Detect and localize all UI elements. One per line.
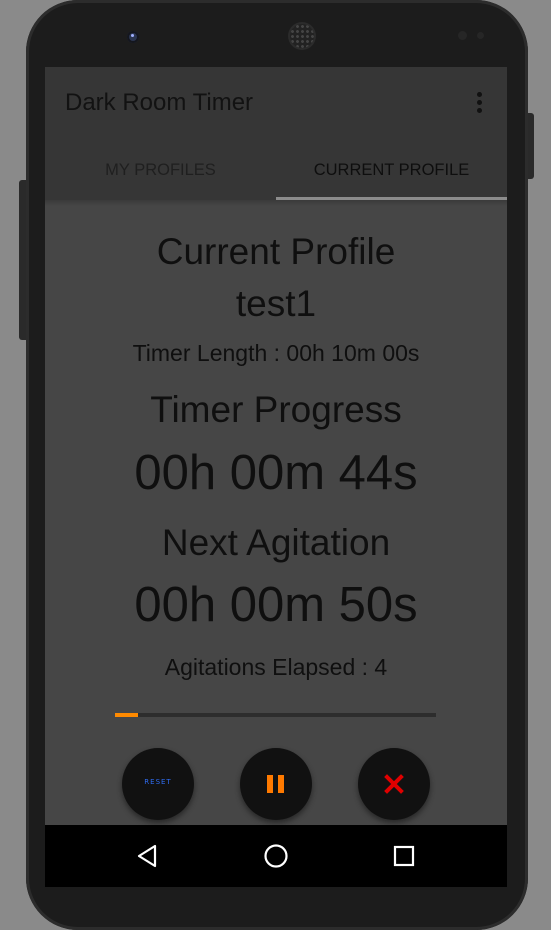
app-title: Dark Room Timer <box>65 89 254 116</box>
tab-my-profiles[interactable]: MY PROFILES <box>45 139 276 200</box>
reset-label: RESET <box>144 778 172 786</box>
stop-button[interactable] <box>358 748 430 820</box>
system-nav-bar <box>45 825 507 887</box>
tab-current-profile[interactable]: CURRENT PROFILE <box>276 139 507 200</box>
pause-button[interactable] <box>240 748 312 820</box>
timer-progress-value: 00h 00m 44s <box>134 446 418 500</box>
light-sensor <box>477 32 484 39</box>
agitations-elapsed: Agitations Elapsed : 4 <box>164 654 388 680</box>
close-icon <box>384 774 404 794</box>
earpiece-speaker <box>290 24 314 48</box>
app-bar: Dark Room Timer <box>45 67 507 139</box>
next-agitation-value: 00h 00m 50s <box>134 578 418 632</box>
timer-progress-fill <box>115 713 139 717</box>
more-vert-icon[interactable] <box>473 92 485 116</box>
power-button <box>527 113 534 179</box>
home-icon[interactable] <box>261 841 291 871</box>
tab-shadow <box>45 200 507 206</box>
device-screen: Dark Room Timer MY PROFILES CURRENT PROF… <box>45 67 507 887</box>
reset-button[interactable]: RESET <box>122 748 194 820</box>
back-icon[interactable] <box>133 841 163 871</box>
pause-icon <box>267 775 285 793</box>
next-agitation-label: Next Agitation <box>161 522 391 563</box>
proximity-sensor <box>458 31 467 40</box>
timer-progress-bar <box>115 713 436 717</box>
front-camera <box>127 31 139 43</box>
profile-name: test1 <box>235 283 317 324</box>
timer-length: Timer Length : 00h 10m 00s <box>132 340 420 366</box>
recents-icon[interactable] <box>389 841 419 871</box>
timer-progress-label: Timer Progress <box>150 389 402 430</box>
tab-bar: MY PROFILES CURRENT PROFILE <box>45 139 507 200</box>
profile-heading: Current Profile <box>156 231 396 272</box>
